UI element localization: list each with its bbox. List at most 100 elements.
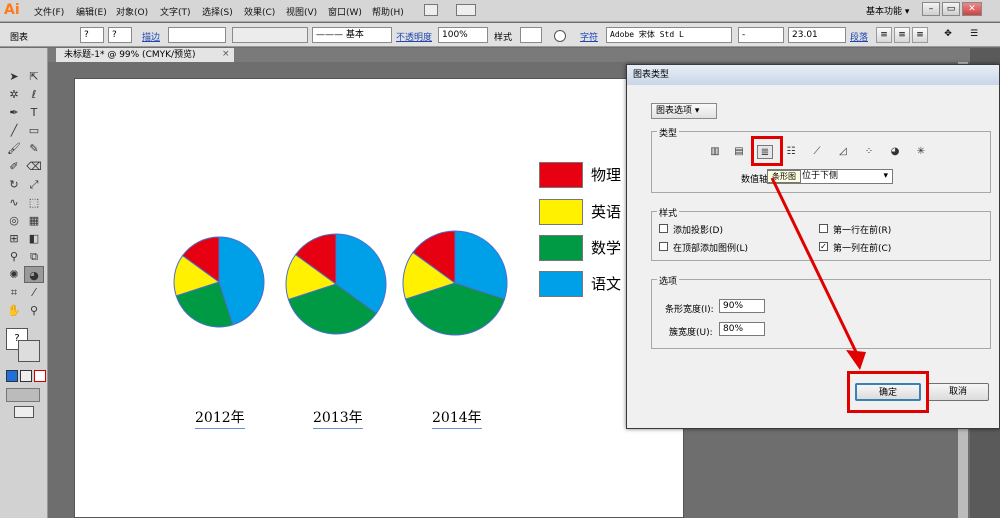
recolor-icon[interactable] [554, 30, 566, 42]
stroke-swatch[interactable]: ? [108, 27, 132, 43]
pen-tool-icon[interactable]: ✒ [4, 104, 24, 121]
add-shadow-label: 添加投影(D) [673, 226, 723, 236]
restore-button[interactable]: ▭ [942, 2, 960, 16]
document-tab-close-icon[interactable]: × [222, 49, 230, 59]
column-icon[interactable]: ▥ [707, 145, 723, 159]
menu-file[interactable]: 文件(F) [34, 5, 64, 18]
draw-mode-icon[interactable] [6, 388, 40, 402]
first-row-front-checkbox[interactable] [819, 224, 828, 233]
opacity-label[interactable]: 不透明度 [396, 30, 432, 43]
paragraph-label[interactable]: 段落 [850, 30, 868, 43]
artboard[interactable]: 2012年 2013年 2014年 物理 英语 数学 语文 [74, 78, 684, 518]
pie-graph-tool-icon[interactable]: ◕ [24, 266, 44, 283]
fill-swatch[interactable]: ? [80, 27, 104, 43]
shape-builder-tool-icon[interactable]: ◎ [4, 212, 24, 229]
menu-effect[interactable]: 效果(C) [244, 5, 275, 18]
graphic-style-select[interactable] [520, 27, 542, 43]
blend-tool-icon[interactable]: ⧉ [24, 248, 44, 265]
pie-group[interactable] [173, 230, 508, 336]
legend-swatch-chinese[interactable] [539, 271, 583, 297]
line-tool-icon[interactable]: ╱ [4, 122, 24, 139]
paintbrush-tool-icon[interactable]: 🖌 [4, 140, 24, 157]
stacked-bar-icon[interactable]: ☷ [783, 145, 799, 159]
type-group-label: 类型 [657, 126, 680, 139]
document-tab[interactable]: 未标题-1* @ 99% (CMYK/预览) [56, 48, 234, 62]
menu-select[interactable]: 选择(S) [202, 5, 233, 18]
pie-icon[interactable]: ◕ [887, 145, 903, 159]
variable-width-select[interactable] [232, 27, 308, 43]
scatter-icon[interactable]: ⁘ [861, 145, 877, 159]
scale-tool-icon[interactable]: ⤢ [24, 176, 44, 193]
add-shadow-checkbox[interactable] [659, 224, 668, 233]
year-label-2012: 2012年 [195, 407, 245, 429]
legend-swatch-english[interactable] [539, 199, 583, 225]
first-col-front-checkbox[interactable]: ✓ [819, 242, 828, 251]
magic-wand-tool-icon[interactable]: ✲ [4, 86, 24, 103]
chart-options-dropdown[interactable]: 图表选项 ▾ [651, 103, 717, 119]
legend-swatch-math[interactable] [539, 235, 583, 261]
cancel-button[interactable]: 取消 [927, 383, 989, 401]
eraser-tool-icon[interactable]: ⌫ [24, 158, 44, 175]
cluster-width-input[interactable]: 80% [719, 322, 765, 336]
bar-width-input[interactable]: 90% [719, 299, 765, 313]
menu-help[interactable]: 帮助(H) [372, 5, 404, 18]
area-icon[interactable]: ◿ [835, 145, 851, 159]
radar-icon[interactable]: ✳ [913, 145, 929, 159]
close-button[interactable]: ✕ [962, 2, 982, 16]
screen-mode-icon[interactable] [14, 406, 34, 418]
pie-charts[interactable] [75, 79, 685, 518]
legend-top-checkbox[interactable] [659, 242, 668, 251]
font-style-select[interactable]: - [738, 27, 784, 43]
zoom-tool-icon[interactable]: ⚲ [24, 302, 44, 319]
type-tool-icon[interactable]: T [24, 104, 44, 121]
line-icon[interactable]: ⟋ [809, 145, 825, 159]
stacked-column-icon[interactable]: ▤ [731, 145, 747, 159]
workspace-switcher[interactable]: 基本功能 ▾ [866, 4, 909, 17]
opacity-input[interactable]: 100% [438, 27, 488, 43]
align-center-icon[interactable]: ≡ [894, 27, 910, 43]
blob-brush-tool-icon[interactable]: ✐ [4, 158, 24, 175]
bridge-icon[interactable] [424, 4, 438, 16]
perspective-grid-tool-icon[interactable]: ▦ [24, 212, 44, 229]
transform-icon[interactable]: ✥ [940, 27, 956, 43]
warp-tool-icon[interactable]: ∿ [4, 194, 24, 211]
stroke-weight-input[interactable] [168, 27, 226, 43]
selection-tool-icon[interactable]: ➤ [4, 68, 24, 85]
mesh-tool-icon[interactable]: ⊞ [4, 230, 24, 247]
none-mode-icon[interactable] [34, 370, 46, 382]
menu-view[interactable]: 视图(V) [286, 5, 317, 18]
hand-tool-icon[interactable]: ✋ [4, 302, 24, 319]
chart-type-dialog: 图表类型 图表选项 ▾ 类型 ▥ ▤ ≣ ☷ ⟋ ◿ ⁘ ◕ ✳ 数值轴 位于下… [626, 64, 1000, 429]
arrange-documents-icon[interactable] [456, 4, 476, 16]
slice-tool-icon[interactable]: ⁄ [24, 284, 44, 301]
stroke-color-icon[interactable] [18, 340, 40, 362]
eyedropper-tool-icon[interactable]: ⚲ [4, 248, 24, 265]
align-left-icon[interactable]: ≡ [876, 27, 892, 43]
legend-swatch-physics[interactable] [539, 162, 583, 188]
stroke-style-select[interactable]: ——— 基本 [312, 27, 392, 43]
free-transform-tool-icon[interactable]: ⬚ [24, 194, 44, 211]
symbol-sprayer-tool-icon[interactable]: ✺ [4, 266, 24, 283]
gradient-mode-icon[interactable] [20, 370, 32, 382]
pencil-tool-icon[interactable]: ✎ [24, 140, 44, 157]
gradient-tool-icon[interactable]: ◧ [24, 230, 44, 247]
stroke-label[interactable]: 描边 [142, 30, 160, 43]
character-label[interactable]: 字符 [580, 30, 598, 43]
direct-selection-tool-icon[interactable]: ⇱ [24, 68, 44, 85]
artboard-tool-icon[interactable]: ⌗ [4, 284, 24, 301]
color-mode-icon[interactable] [6, 370, 18, 382]
font-size-input[interactable]: 23.01 [788, 27, 846, 43]
bar-type-highlight [751, 136, 783, 166]
menu-edit[interactable]: 编辑(E) [76, 5, 107, 18]
menu-window[interactable]: 窗口(W) [328, 5, 362, 18]
menu-type[interactable]: 文字(T) [160, 5, 191, 18]
font-family-select[interactable]: Adobe 宋体 Std L [606, 27, 732, 43]
lasso-tool-icon[interactable]: ℓ [24, 86, 44, 103]
align-right-icon[interactable]: ≡ [912, 27, 928, 43]
minimize-button[interactable]: – [922, 2, 940, 16]
panel-menu-icon[interactable]: ☰ [966, 27, 982, 43]
rectangle-tool-icon[interactable]: ▭ [24, 122, 44, 139]
tools-panel: ➤ ⇱ ✲ ℓ ✒ T ╱ ▭ 🖌 ✎ ✐ ⌫ ↻ ⤢ ∿ ⬚ ◎ ▦ ⊞ ◧ … [0, 48, 48, 518]
rotate-tool-icon[interactable]: ↻ [4, 176, 24, 193]
menu-object[interactable]: 对象(O) [116, 5, 148, 18]
